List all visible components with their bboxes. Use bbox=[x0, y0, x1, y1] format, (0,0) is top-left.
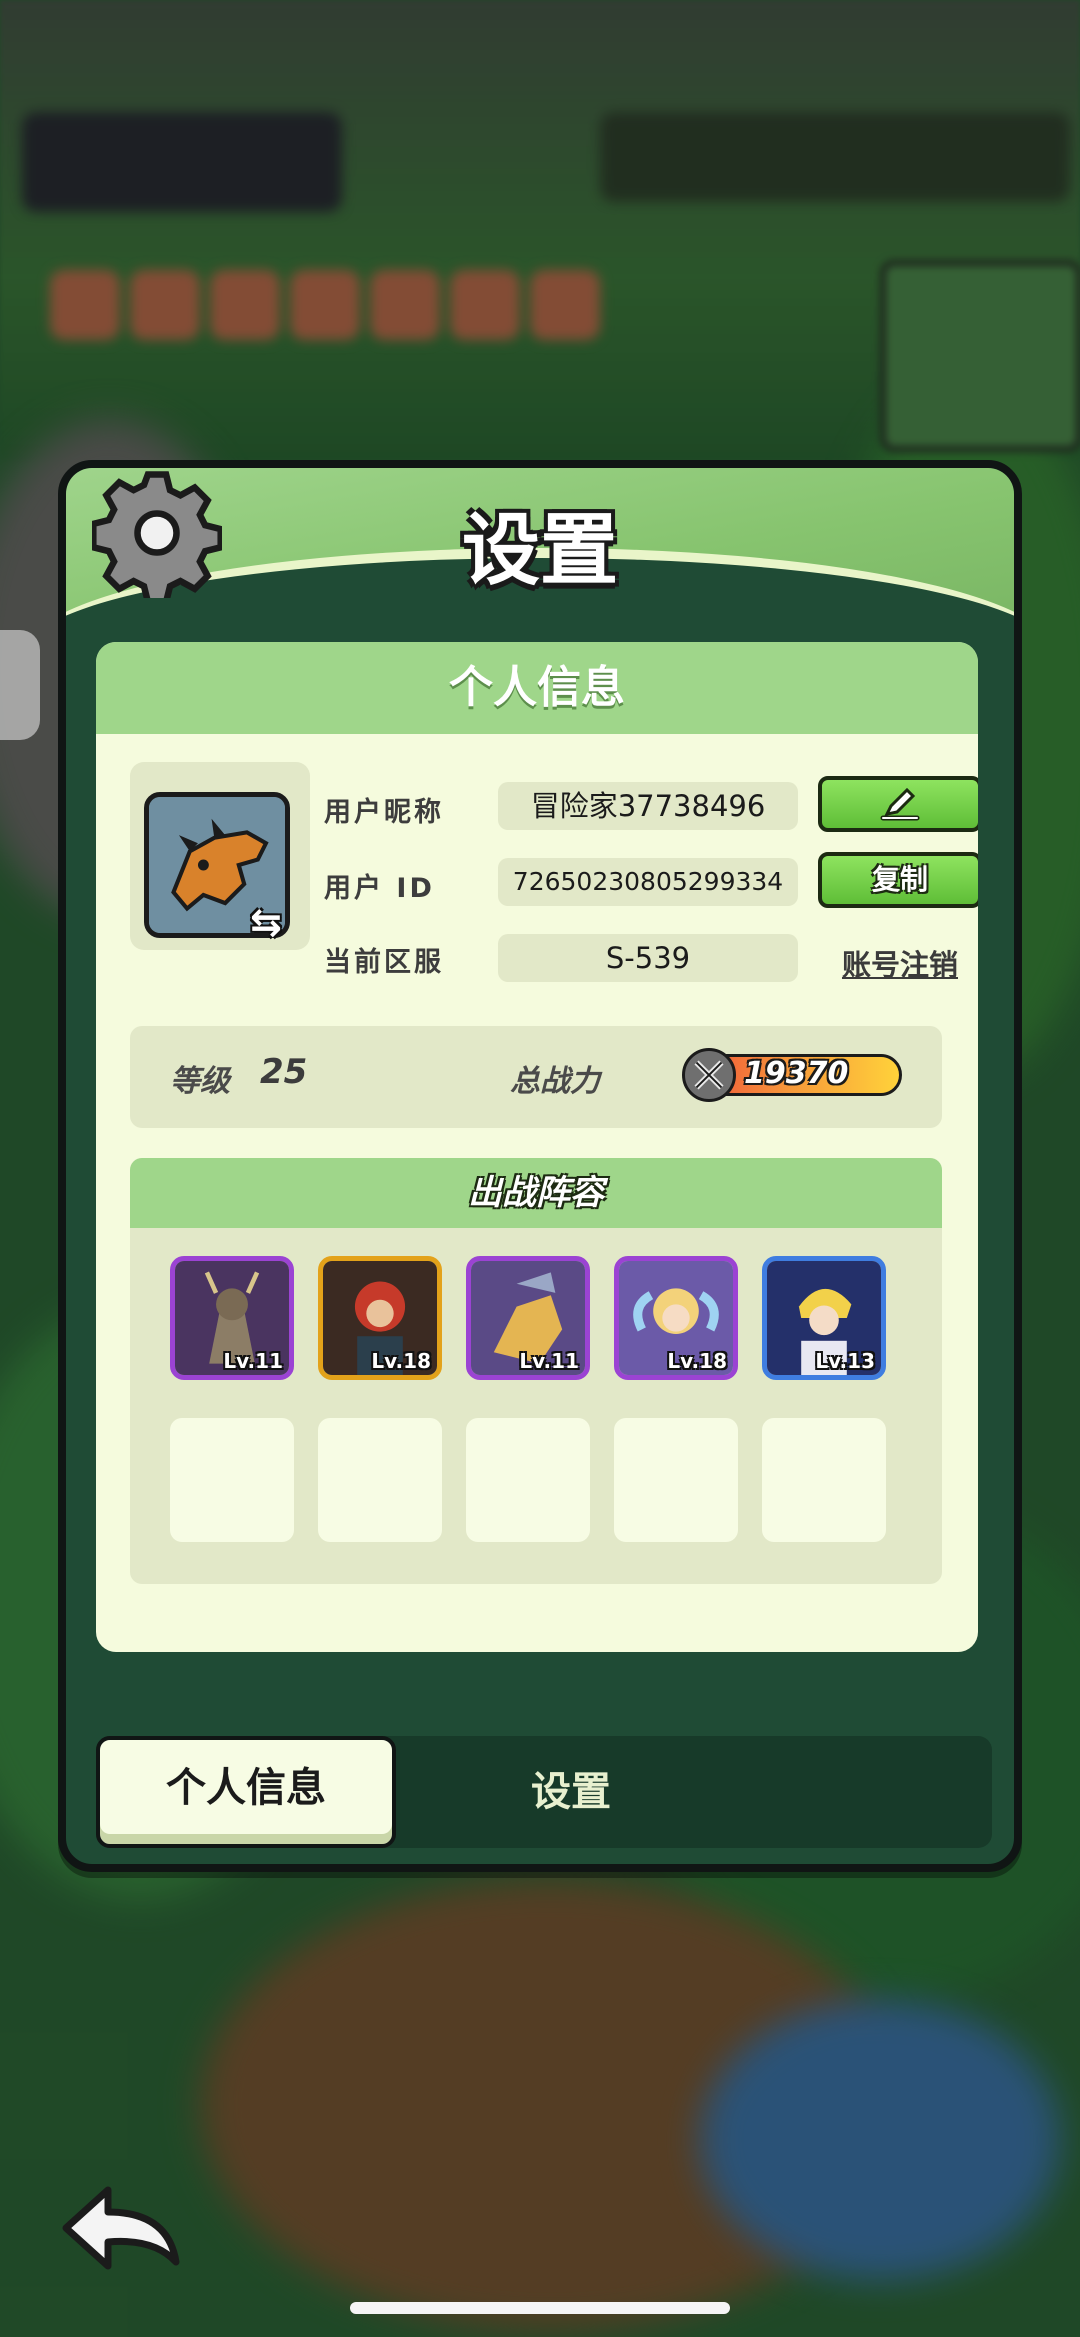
nickname-value: 冒险家37738496 bbox=[498, 782, 798, 830]
back-arrow-icon[interactable] bbox=[58, 2180, 188, 2280]
tab-bar: 个人信息 设置 bbox=[96, 1736, 992, 1848]
hero-slot-5[interactable]: Lv.13 bbox=[762, 1256, 886, 1380]
tab-settings[interactable]: 设置 bbox=[426, 1736, 716, 1848]
stats-row: 等级 25 总战力 19370 bbox=[130, 1026, 942, 1128]
profile-block: ⇆ 用户昵称 冒险家37738496 用户 ID 726502308052993… bbox=[130, 762, 978, 992]
empty-slot[interactable] bbox=[762, 1418, 886, 1542]
empty-slot[interactable] bbox=[614, 1418, 738, 1542]
server-label: 当前区服 bbox=[324, 947, 444, 978]
hero-level: Lv.18 bbox=[371, 1349, 431, 1373]
edit-nickname-button[interactable] bbox=[818, 776, 978, 832]
home-indicator[interactable] bbox=[350, 2302, 730, 2314]
empty-slot[interactable] bbox=[318, 1418, 442, 1542]
nickname-label: 用户昵称 bbox=[324, 797, 444, 828]
empty-slot[interactable] bbox=[466, 1418, 590, 1542]
pencil-icon bbox=[880, 787, 920, 821]
hero-slot-1[interactable]: Lv.11 bbox=[170, 1256, 294, 1380]
tab-personal-info[interactable]: 个人信息 bbox=[96, 1736, 396, 1848]
empty-slot[interactable] bbox=[170, 1418, 294, 1542]
hero-slot-4[interactable]: Lv.18 bbox=[614, 1256, 738, 1380]
side-decoration bbox=[0, 630, 40, 740]
hero-level: Lv.18 bbox=[667, 1349, 727, 1373]
copy-id-button[interactable]: 复制 bbox=[818, 852, 978, 908]
hero-level: Lv.13 bbox=[815, 1349, 875, 1373]
hero-level: Lv.11 bbox=[223, 1349, 283, 1373]
battle-lineup: 出战阵容 Lv.11 Lv.18 Lv.11 Lv.18 Lv.13 bbox=[130, 1158, 942, 1584]
power-badge: 19370 bbox=[682, 1048, 908, 1102]
panel-title: 设置 bbox=[461, 506, 618, 596]
delete-account-link[interactable]: 账号注销 bbox=[818, 942, 978, 984]
hero-slot-2[interactable]: Lv.18 bbox=[318, 1256, 442, 1380]
avatar-container: ⇆ bbox=[130, 762, 310, 950]
hero-level: Lv.11 bbox=[519, 1349, 579, 1373]
level-label: 等级 bbox=[170, 1064, 230, 1099]
crossed-swords-icon bbox=[682, 1048, 736, 1102]
settings-panel: 设置 个人信息 ⇆ 用户昵称 冒险家37738496 用户 ID 7265023… bbox=[58, 460, 1022, 1872]
section-title: 个人信息 bbox=[96, 642, 978, 734]
hero-slot-3[interactable]: Lv.11 bbox=[466, 1256, 590, 1380]
level-value: 25 bbox=[260, 1052, 308, 1092]
user-id-label: 用户 ID bbox=[324, 873, 435, 904]
power-label: 总战力 bbox=[510, 1064, 600, 1099]
personal-info-card: 个人信息 ⇆ 用户昵称 冒险家37738496 用户 ID 7265023080… bbox=[96, 642, 978, 1652]
lineup-title: 出战阵容 bbox=[130, 1158, 942, 1228]
swap-avatar-icon[interactable]: ⇆ bbox=[250, 900, 294, 944]
user-id-value: 7265023080529933​4 bbox=[498, 858, 798, 906]
server-value: S-539 bbox=[498, 934, 798, 982]
power-value: 19370 bbox=[744, 1056, 849, 1091]
